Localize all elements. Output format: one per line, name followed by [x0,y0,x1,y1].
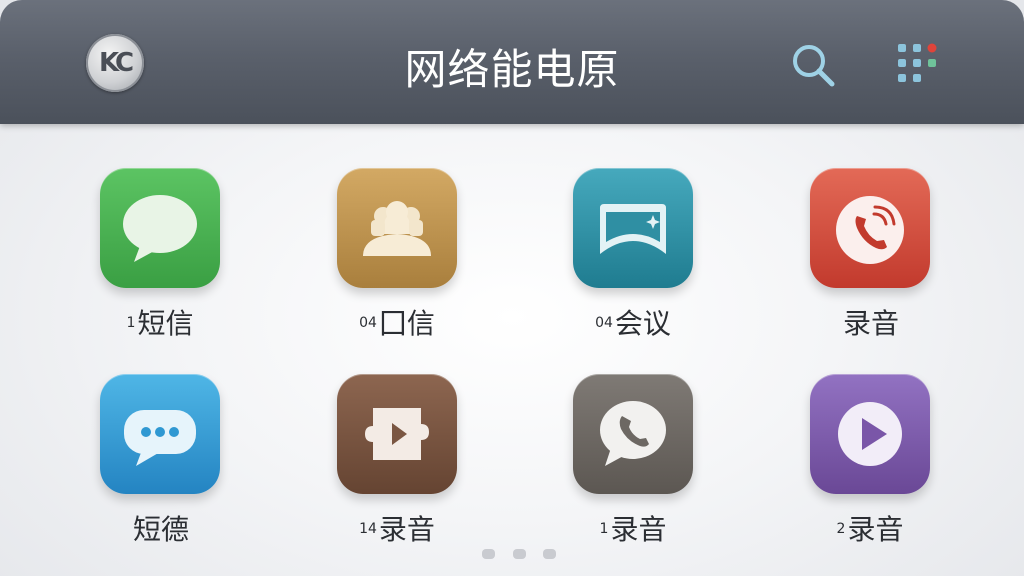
app-label: 14录音 [359,513,435,546]
logo-text: KC [98,48,134,78]
chat-bubble-icon [100,168,220,288]
phone-chat-icon [573,374,693,494]
search-icon[interactable] [790,42,836,88]
app-group-message[interactable]: 04囗信 [322,168,472,342]
header-bar: KC 网络能电原 [0,0,1024,124]
phone-screen: KC 网络能电原 1短信 04囗信 04会议 录音 短德 14录音 1录音 2录… [0,0,1024,576]
app-label: 04囗信 [359,307,435,340]
group-meeting-icon [337,168,457,288]
page-dot[interactable] [513,549,526,559]
app-label: 短德 [132,513,189,546]
app-label: 04会议 [595,307,671,340]
app-sms[interactable]: 1短信 [85,168,235,342]
app-phone[interactable]: 1录音 [558,374,708,548]
app-label: 2录音 [836,513,904,546]
conference-screen-icon [573,168,693,288]
kc-logo[interactable]: KC [86,34,144,92]
page-dot[interactable] [543,549,556,559]
app-recorder[interactable]: 录音 [795,168,945,342]
app-label: 录音 [842,307,899,340]
app-video[interactable]: 14录音 [322,374,472,548]
app-messages[interactable]: 短德 [85,374,235,548]
app-label: 1录音 [599,513,667,546]
page-dot[interactable] [482,549,495,559]
app-player[interactable]: 2录音 [795,374,945,548]
page-title: 网络能电原 [404,45,620,94]
video-clip-icon [337,374,457,494]
app-label: 1短信 [126,307,194,340]
phone-ringing-icon [810,168,930,288]
page-indicator [482,549,562,561]
app-conference[interactable]: 04会议 [558,168,708,342]
play-icon [810,374,930,494]
apps-grid-icon[interactable] [896,42,938,84]
message-dots-icon [100,374,220,494]
